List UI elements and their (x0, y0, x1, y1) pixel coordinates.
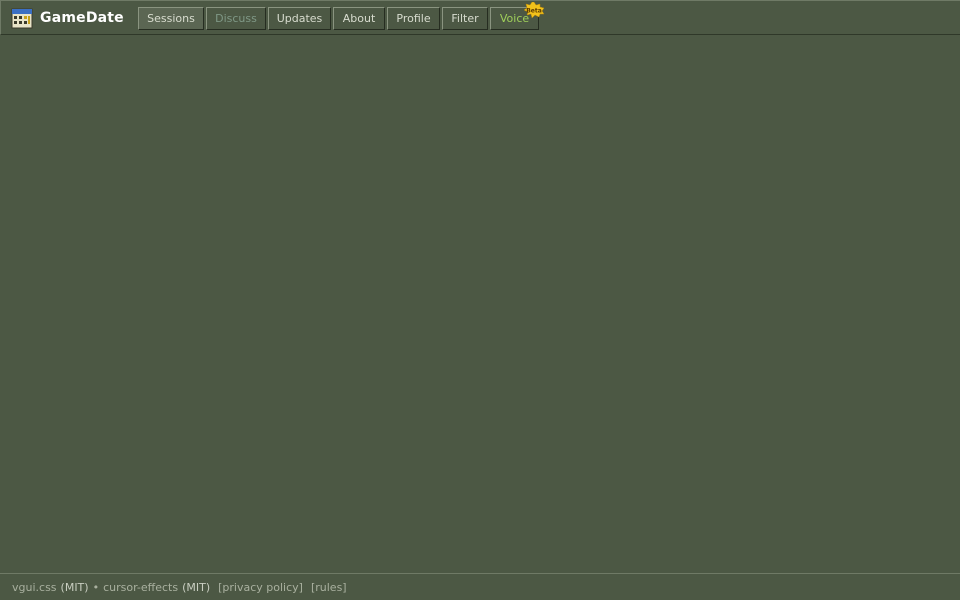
brand[interactable]: GameDate (11, 6, 124, 30)
footer-privacy-link[interactable]: [privacy policy] (218, 581, 303, 594)
nav-about-button[interactable]: About (333, 7, 385, 30)
nav-sessions-label: Sessions (147, 12, 195, 25)
footer-rules-link[interactable]: [rules] (311, 581, 347, 594)
nav-filter-label: Filter (451, 12, 479, 25)
footer-license-2: (MIT) (182, 580, 211, 594)
nav-discuss-button[interactable]: Discuss (206, 7, 266, 30)
footer: vgui.css (MIT) • cursor-effects (MIT) [p… (0, 573, 960, 600)
footer-separator: • (92, 580, 100, 594)
nav-discuss-label: Discuss (215, 12, 257, 25)
nav-updates-label: Updates (276, 12, 323, 25)
nav-profile-label: Profile (396, 12, 431, 25)
nav-sessions-button[interactable]: Sessions (138, 7, 204, 30)
nav-updates-button[interactable]: Updates (268, 7, 331, 30)
nav-about-label: About (342, 12, 376, 25)
nav-filter-button[interactable]: Filter (442, 7, 488, 30)
calendar-icon (11, 8, 33, 29)
app-title: GameDate (40, 10, 124, 26)
footer-vgui-link[interactable]: vgui.css (12, 581, 57, 594)
footer-cursor-effects-link[interactable]: cursor-effects (103, 581, 178, 594)
beta-badge-label: Beta (526, 8, 542, 15)
nav-voice-button[interactable]: Voice Beta (490, 2, 545, 30)
top-navigation-bar: GameDate Sessions Discuss Updates About … (0, 0, 960, 35)
nav-profile-button[interactable]: Profile (387, 7, 440, 30)
main-nav: Sessions Discuss Updates About Profile F… (138, 2, 545, 31)
beta-badge-icon: Beta (523, 2, 545, 18)
footer-license-1: (MIT) (60, 580, 89, 594)
